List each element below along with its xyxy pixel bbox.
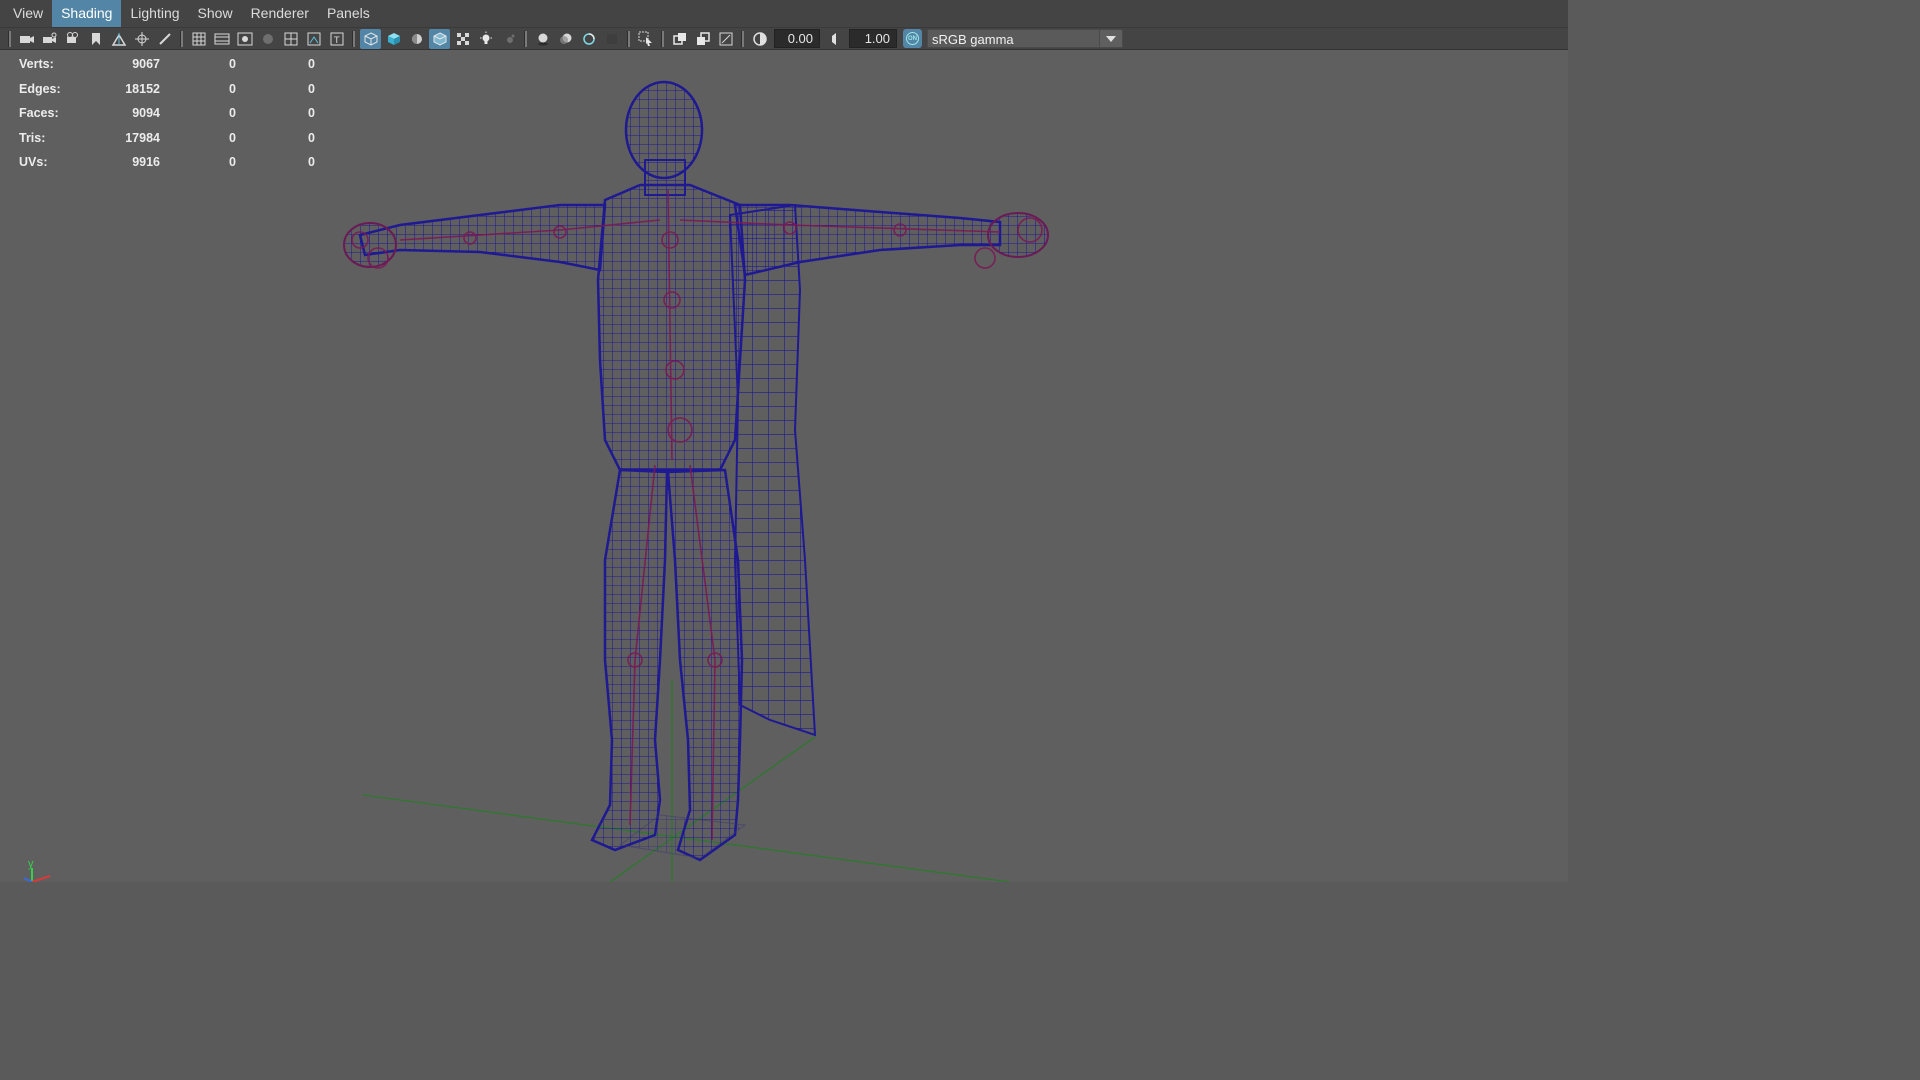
- hud-value-selected: 0: [229, 57, 236, 72]
- hud-row-faces: Faces: 9094 0 0: [19, 101, 315, 126]
- hud-value-selected: 0: [229, 130, 236, 145]
- hud-value-components: 0: [308, 106, 315, 121]
- hud-value-selected: 0: [229, 106, 236, 121]
- hud-value-scene: 9916: [132, 155, 160, 170]
- hud-label: Verts:: [19, 57, 54, 72]
- axis-x-line: [31, 875, 51, 882]
- maya-viewport-panel: View Shading Lighting Show Renderer Pane…: [0, 0, 1568, 882]
- hud-row-tris: Tris: 17984 0 0: [19, 126, 315, 151]
- hud-value-components: 0: [308, 155, 315, 170]
- hud-value-scene: 18152: [125, 81, 160, 96]
- hud-value-selected: 0: [229, 81, 236, 96]
- hud-value-components: 0: [308, 81, 315, 96]
- hud-label: Tris:: [19, 130, 46, 145]
- hud-value-components: 0: [308, 130, 315, 145]
- hud-value-scene: 17984: [125, 130, 160, 145]
- hud-value-scene: 9094: [132, 106, 160, 121]
- axis-y-label: y: [28, 858, 34, 870]
- hud-row-verts: Verts: 9067 0 0: [19, 52, 315, 77]
- hud-label: UVs:: [19, 155, 48, 170]
- poly-count-hud: Verts: 9067 0 0 Edges: 18152 0 0 Faces: …: [19, 52, 315, 175]
- character-wireframe: [343, 80, 1049, 862]
- hud-label: Edges:: [19, 81, 61, 96]
- hud-value-components: 0: [308, 57, 315, 72]
- hud-row-edges: Edges: 18152 0 0: [19, 77, 315, 102]
- hud-row-uvs: UVs: 9916 0 0: [19, 150, 315, 175]
- hud-value-scene: 9067: [132, 57, 160, 72]
- hud-label: Faces:: [19, 106, 59, 121]
- axis-z-line: [23, 877, 33, 882]
- hud-value-selected: 0: [229, 155, 236, 170]
